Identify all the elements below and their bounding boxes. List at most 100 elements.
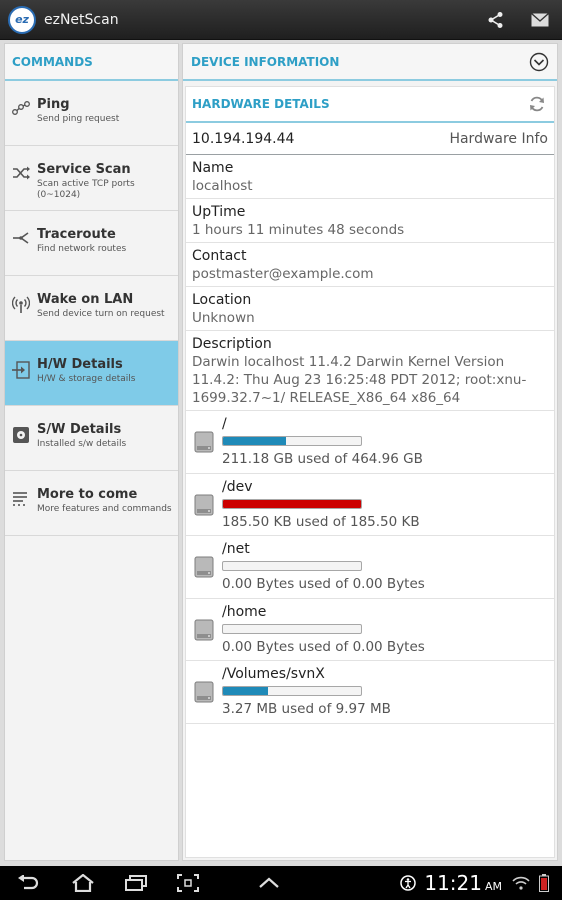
hardware-details-title: HARDWARE DETAILS [192,97,330,111]
status-ampm: AM [484,879,502,893]
accessibility-icon [398,866,418,900]
disk-usage-fill [223,437,286,445]
antenna-icon [12,296,30,313]
disk-row: /home 0.00 Bytes used of 0.00 Bytes [186,599,554,661]
disk-usage-bar [222,498,362,509]
disc-icon [13,427,29,443]
command-more-to-come[interactable]: More to come More features and commands [5,471,178,536]
command-subtitle: Send device turn on request [37,309,165,319]
command-subtitle: Find network routes [37,244,127,254]
disk-usage-text: 3.27 MB used of 9.97 MB [222,701,391,717]
command-title: Wake on LAN [37,292,134,307]
hardware-icon [12,361,30,379]
app-logo-icon[interactable]: ez [8,5,36,34]
command-title: S/W Details [37,422,122,437]
disk-usage-bar [222,561,362,571]
disk-usage-fill [223,687,269,695]
command-sw-details[interactable]: S/W Details Installed s/w details [5,406,178,471]
disk-mount: /net [222,541,250,557]
info-key: Contact [192,248,247,264]
hard-drive-icon [194,619,214,640]
disk-mount: / [222,416,227,432]
disk-usage-text: 0.00 Bytes used of 0.00 Bytes [222,638,425,655]
mail-icon[interactable] [518,0,562,40]
command-subtitle: Send ping request [37,114,120,124]
info-value: Unknown [192,310,255,326]
info-row-contact: Contact postmaster@example.com [186,243,554,287]
command-ping[interactable]: Ping Send ping request [5,81,178,146]
device-information-header: DEVICE INFORMATION [183,44,557,81]
command-wake-on-lan[interactable]: Wake on LAN Send device turn on request [5,276,178,341]
command-title: More to come [37,487,138,502]
command-subtitle: Installed s/w details [37,439,127,449]
disk-usage-text: 0.00 Bytes used of 0.00 Bytes [222,576,425,592]
device-information-title: DEVICE INFORMATION [191,54,340,69]
app-logo-text: ez [15,13,29,26]
status-time: 11:21 [424,871,482,895]
recent-apps-icon[interactable] [110,866,162,900]
command-traceroute[interactable]: Traceroute Find network routes [5,211,178,276]
disk-row: /Volumes/svnX 3.27 MB used of 9.97 MB [186,661,554,724]
hard-drive-icon [194,494,214,515]
refresh-icon[interactable] [528,95,546,113]
list-icon [13,492,27,506]
home-icon[interactable] [56,866,110,900]
ping-icon [12,101,30,115]
info-row-uptime: UpTime 1 hours 11 minutes 48 seconds [186,199,554,243]
info-key: Description [192,336,272,352]
battery-icon [534,866,554,900]
commands-header: COMMANDS [5,44,178,81]
hard-drive-icon [194,431,214,453]
traceroute-icon [13,232,29,244]
app-title: ezNetScan [44,11,119,28]
action-bar: ez ezNetScan [0,0,562,40]
command-subtitle: Scan active TCP ports (0~1024) [37,179,135,200]
command-title: Service Scan [37,162,131,177]
info-value: localhost [192,178,253,194]
shuffle-icon [13,166,30,180]
command-subtitle: H/W & storage details [37,374,136,384]
disk-usage-text: 185.50 KB used of 185.50 KB [222,513,420,530]
command-hw-details[interactable]: H/W Details H/W & storage details [5,341,178,406]
info-key: UpTime [192,204,246,220]
info-value: postmaster@example.com [192,266,374,282]
hardware-details-header: HARDWARE DETAILS [186,87,554,123]
info-row-name: Name localhost [186,155,554,199]
system-navigation-bar: 11:21 AM [0,866,562,900]
screenshot-icon[interactable] [162,866,214,900]
back-icon[interactable] [0,866,56,900]
hard-drive-icon [194,556,214,578]
disk-usage-bar [222,436,362,446]
disk-usage-bar [222,623,362,634]
disk-row: / 211.18 GB used of 464.96 GB [186,411,554,474]
info-value: 1 hours 11 minutes 48 seconds [192,222,405,238]
chevron-up-icon[interactable] [214,866,324,900]
share-icon[interactable] [474,0,518,40]
commands-panel: COMMANDS Ping Send ping request Service S… [4,43,179,861]
disk-list: / 211.18 GB used of 464.96 GB /dev 185.5… [186,411,554,724]
disk-mount: /Volumes/svnX [222,666,325,682]
command-title: Traceroute [37,227,116,242]
hardware-details-card: HARDWARE DETAILS 10.194.194.44 Hardware … [185,86,555,858]
ip-row: 10.194.194.44 Hardware Info [186,123,554,155]
wifi-icon [508,866,534,900]
disk-mount: /home [222,603,267,620]
disk-usage-bar [222,686,362,696]
info-row-location: Location Unknown [186,287,554,331]
hard-drive-icon [194,681,214,703]
disk-mount: /dev [222,478,253,495]
disk-row: /dev 185.50 KB used of 185.50 KB [186,474,554,536]
disk-row: /net 0.00 Bytes used of 0.00 Bytes [186,536,554,599]
disk-usage-text: 211.18 GB used of 464.96 GB [222,451,423,467]
command-title: H/W Details [37,357,123,372]
info-value: Darwin localhost 11.4.2 Darwin Kernel Ve… [192,354,527,406]
device-information-panel: DEVICE INFORMATION HARDWARE DETAILS 10.1… [182,43,558,861]
info-key: Location [192,292,252,308]
ip-address: 10.194.194.44 [192,130,295,147]
info-row-description: Description Darwin localhost 11.4.2 Darw… [186,331,554,411]
command-title: Ping [37,97,70,112]
chevron-down-icon[interactable] [529,52,549,72]
command-subtitle: More features and commands [37,504,172,514]
command-service-scan[interactable]: Service Scan Scan active TCP ports (0~102… [5,146,178,211]
info-key: Name [192,160,234,176]
